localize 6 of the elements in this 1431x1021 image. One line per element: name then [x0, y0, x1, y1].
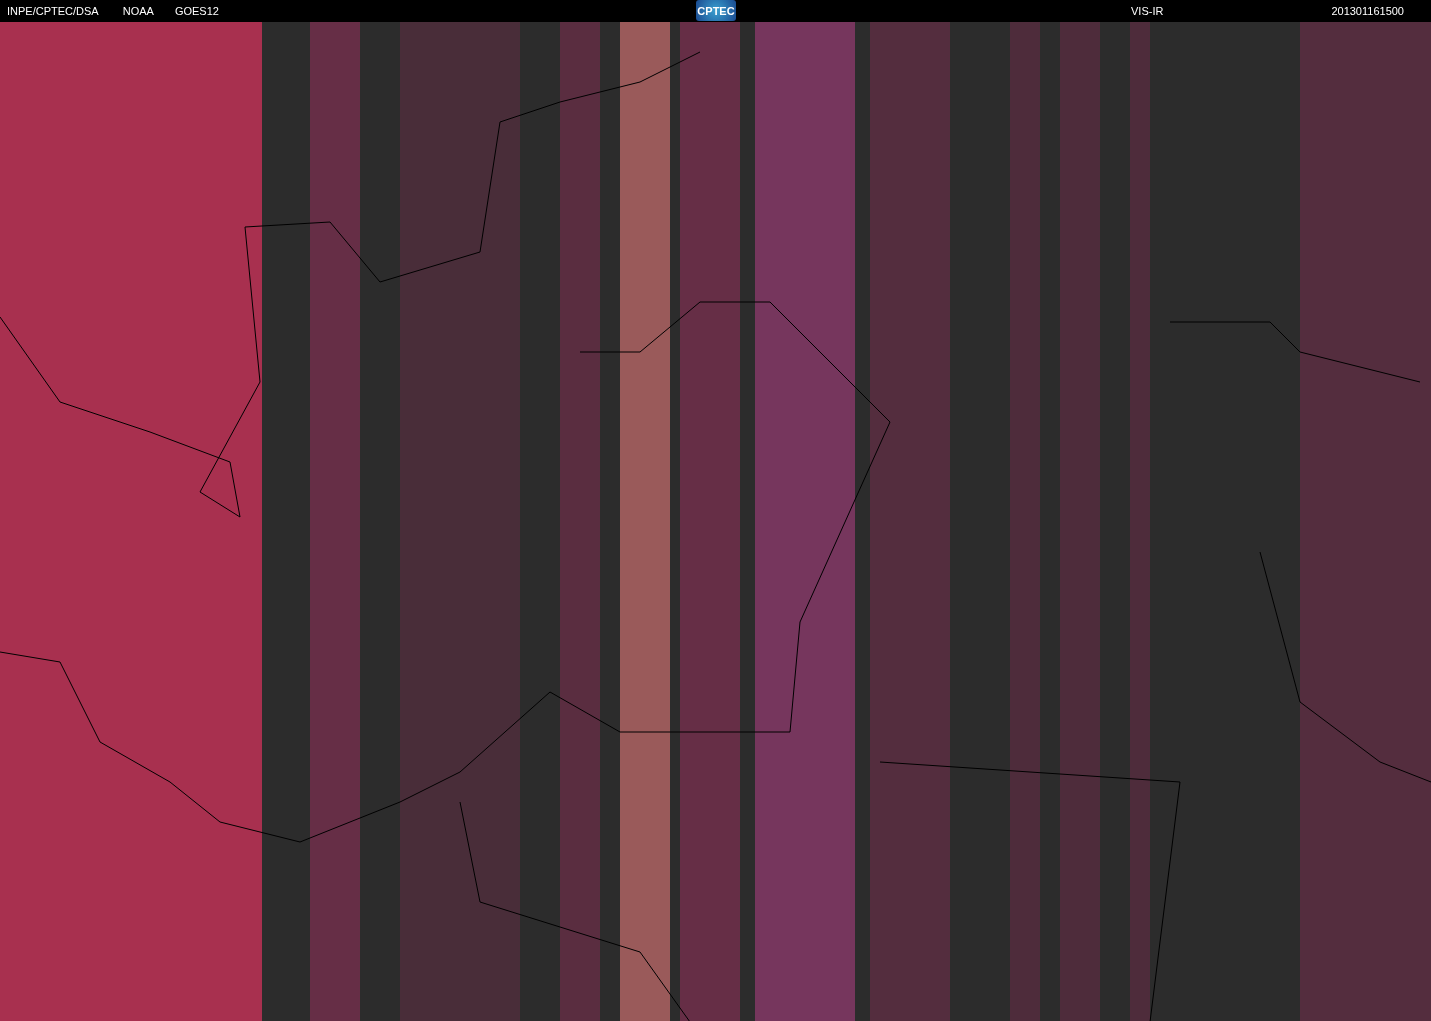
agency-label: NOAA	[122, 5, 154, 17]
channel-label: VIS-IR	[1131, 5, 1164, 17]
logo: CPTEC	[696, 0, 736, 21]
source-label: INPE/CPTEC/DSA	[7, 5, 99, 17]
satellite-label: GOES12	[174, 5, 219, 17]
timestamp-label: 201301161500	[1331, 5, 1404, 17]
